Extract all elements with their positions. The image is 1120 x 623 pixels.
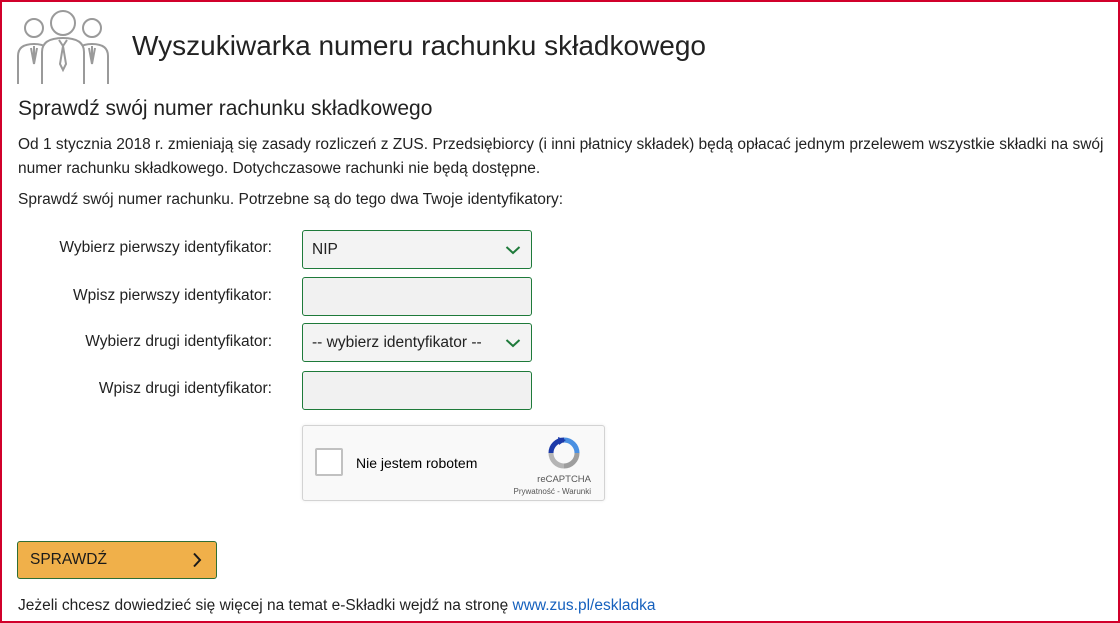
second-identifier-select[interactable]: -- wybierz identyfikator -- bbox=[302, 323, 532, 362]
recaptcha-privacy-terms-links[interactable]: Prywatność - Warunki bbox=[514, 487, 592, 496]
first-identifier-select[interactable]: NIP bbox=[302, 230, 532, 269]
recaptcha-brand: reCAPTCHA bbox=[537, 474, 591, 485]
second-identifier-input[interactable] bbox=[302, 371, 532, 410]
chevron-right-icon bbox=[193, 552, 202, 568]
chevron-down-icon bbox=[505, 245, 521, 254]
footer-note: Jeżeli chcesz dowiedzieć się więcej na t… bbox=[18, 597, 656, 615]
intro-text: Od 1 stycznia 2018 r. zmieniają się zasa… bbox=[18, 136, 1104, 177]
window-frame bbox=[0, 0, 1120, 623]
eskladka-link[interactable]: www.zus.pl/eskladka bbox=[513, 597, 656, 614]
first-identifier-input[interactable] bbox=[302, 277, 532, 316]
recaptcha-checkbox[interactable] bbox=[315, 448, 343, 476]
page-title: Wyszukiwarka numeru rachunku składkowego bbox=[132, 30, 706, 61]
check-button-label: SPRAWDŹ bbox=[30, 551, 107, 568]
page-header: Wyszukiwarka numeru rachunku składkowego bbox=[14, 6, 706, 86]
prompt-text: Sprawdź swój numer rachunku. Potrzebne s… bbox=[18, 191, 564, 208]
second-identifier-select-value: -- wybierz identyfikator -- bbox=[312, 333, 482, 351]
first-identifier-select-label: Wybierz pierwszy identyfikator: bbox=[59, 239, 272, 256]
footer-text: Jeżeli chcesz dowiedzieć się więcej na t… bbox=[18, 597, 513, 614]
first-identifier-select-value: NIP bbox=[312, 240, 338, 258]
first-identifier-input-label: Wpisz pierwszy identyfikator: bbox=[73, 287, 272, 304]
check-button[interactable]: SPRAWDŹ bbox=[17, 541, 217, 579]
section-title: Sprawdź swój numer rachunku składkowego bbox=[18, 97, 433, 120]
recaptcha-label: Nie jestem robotem bbox=[356, 455, 478, 471]
second-identifier-select-label: Wybierz drugi identyfikator: bbox=[85, 333, 272, 350]
people-group-icon bbox=[17, 10, 109, 84]
recaptcha-logo-icon bbox=[548, 437, 580, 469]
chevron-down-icon bbox=[505, 338, 521, 347]
second-identifier-input-label: Wpisz drugi identyfikator: bbox=[98, 380, 272, 397]
recaptcha-widget: Nie jestem robotem reCAPTCHA Prywatność … bbox=[302, 425, 605, 501]
